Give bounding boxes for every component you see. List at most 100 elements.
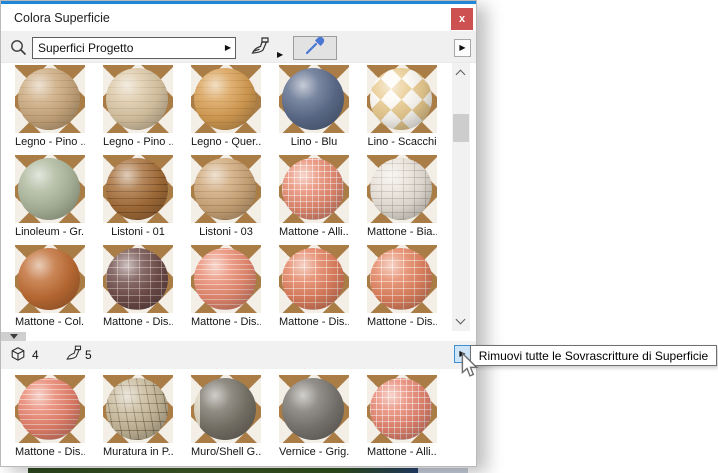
splitter-arrow-icon bbox=[9, 334, 18, 339]
material-thumbnail[interactable] bbox=[191, 375, 261, 443]
material-tile[interactable]: Mattone - Dis... bbox=[367, 245, 437, 329]
material-sphere bbox=[18, 248, 80, 310]
material-label: Mattone - Alli... bbox=[279, 226, 349, 238]
material-label: Mattone - Bia... bbox=[367, 226, 437, 238]
material-label: Lino - Blu bbox=[290, 136, 338, 148]
eyedropper-button[interactable] bbox=[293, 36, 337, 60]
material-thumbnail[interactable] bbox=[279, 155, 349, 223]
overrides-arrow-icon: ▶ bbox=[459, 349, 466, 358]
material-tile[interactable]: Lino - Blu bbox=[279, 65, 349, 149]
paint-brush-icon bbox=[250, 36, 272, 61]
material-thumbnail[interactable] bbox=[103, 245, 173, 313]
material-sphere bbox=[106, 158, 168, 220]
title-bar[interactable]: Colora Superficie bbox=[1, 4, 476, 31]
material-thumbnail[interactable] bbox=[15, 65, 85, 133]
desktop-strip-blue bbox=[418, 468, 468, 473]
material-tile[interactable]: Listoni - 01 bbox=[103, 155, 173, 239]
material-thumbnail[interactable] bbox=[15, 155, 85, 223]
material-label: Mattone - Dis... bbox=[191, 316, 261, 328]
material-sphere bbox=[194, 378, 256, 440]
material-tile[interactable]: Linoleum - Gr... bbox=[15, 155, 85, 239]
material-thumbnail[interactable] bbox=[191, 245, 261, 313]
scrollbar-thumb[interactable] bbox=[453, 114, 469, 142]
material-label: Vernice - Grig... bbox=[279, 446, 349, 458]
material-sphere bbox=[282, 68, 344, 130]
screen: Colora Superficie x ▶ ▶ ▶ Le bbox=[0, 0, 718, 473]
material-tile[interactable]: Legno - Pino ... bbox=[103, 65, 173, 149]
material-thumbnail[interactable] bbox=[191, 65, 261, 133]
panel-arrow-icon: ▶ bbox=[459, 43, 466, 52]
tooltip-text: Rimuovi tutte le Sovrascritture di Super… bbox=[478, 348, 709, 363]
material-label: Mattone - Dis... bbox=[15, 446, 85, 458]
material-sphere bbox=[370, 248, 432, 310]
material-label: Mattone - Col... bbox=[15, 316, 85, 328]
override-brush-icon bbox=[65, 344, 84, 367]
dropdown-arrow-icon: ▶ bbox=[224, 43, 232, 52]
material-thumbnail[interactable] bbox=[367, 65, 437, 133]
search-icon bbox=[10, 39, 27, 61]
material-tile[interactable]: Vernice - Grig... bbox=[279, 375, 349, 459]
material-thumbnail[interactable] bbox=[367, 375, 437, 443]
material-tile[interactable]: Mattone - Dis... bbox=[15, 375, 85, 459]
material-tile[interactable]: Mattone - Dis... bbox=[103, 245, 173, 329]
splitter-handle[interactable] bbox=[1, 332, 26, 341]
material-tile[interactable]: Mattone - Alli... bbox=[367, 375, 437, 459]
material-thumbnail[interactable] bbox=[15, 245, 85, 313]
material-thumbnail[interactable] bbox=[103, 65, 173, 133]
material-label: Mattone - Dis... bbox=[367, 316, 437, 328]
material-sphere bbox=[370, 68, 432, 130]
material-thumbnail[interactable] bbox=[367, 155, 437, 223]
search-dropdown-button[interactable]: ▶ bbox=[221, 37, 236, 59]
material-tile[interactable]: Legno - Quer... bbox=[191, 65, 261, 149]
surface-count: 4 bbox=[32, 348, 39, 362]
eyedropper-icon bbox=[305, 36, 325, 60]
override-count: 5 bbox=[85, 348, 92, 362]
material-tile[interactable]: Muro/Shell G... bbox=[191, 375, 261, 459]
material-tile[interactable]: Mattone - Bia... bbox=[367, 155, 437, 239]
brush-menu-button[interactable]: ▶ bbox=[277, 44, 283, 62]
material-tile[interactable]: Muratura in P... bbox=[103, 375, 173, 459]
material-thumbnail[interactable] bbox=[279, 245, 349, 313]
material-tile[interactable]: Mattone - Dis... bbox=[279, 245, 349, 329]
material-label: Legno - Quer... bbox=[191, 136, 261, 148]
material-thumbnail[interactable] bbox=[279, 65, 349, 133]
scroll-up-icon[interactable] bbox=[455, 69, 466, 80]
material-label: Mattone - Alli... bbox=[367, 446, 437, 458]
material-thumbnail[interactable] bbox=[15, 375, 85, 443]
remove-overrides-button[interactable]: ▶ bbox=[454, 345, 471, 363]
material-tile[interactable]: Lino - Scacchi bbox=[367, 65, 437, 149]
material-sphere bbox=[370, 378, 432, 440]
material-label: Legno - Pino ... bbox=[103, 136, 173, 148]
material-tile[interactable]: Mattone - Col... bbox=[15, 245, 85, 329]
vertical-scrollbar[interactable] bbox=[452, 63, 470, 331]
material-thumbnail[interactable] bbox=[367, 245, 437, 313]
toolbar-panel-arrow-button[interactable]: ▶ bbox=[454, 39, 471, 57]
paint-brush-button[interactable] bbox=[249, 36, 273, 61]
desktop-strip-green bbox=[28, 468, 418, 473]
material-tile[interactable]: Listoni - 03 bbox=[191, 155, 261, 239]
material-label: Muro/Shell G... bbox=[191, 446, 261, 458]
close-icon: x bbox=[458, 13, 466, 25]
material-tile[interactable]: Mattone - Dis... bbox=[191, 245, 261, 329]
material-label: Mattone - Dis... bbox=[279, 316, 349, 328]
scroll-down-icon[interactable] bbox=[455, 314, 466, 325]
material-thumbnail[interactable] bbox=[103, 155, 173, 223]
material-label: Lino - Scacchi bbox=[367, 136, 437, 148]
material-sphere bbox=[194, 248, 256, 310]
surfaces-cube-icon bbox=[10, 346, 26, 367]
material-sphere bbox=[194, 68, 256, 130]
material-sphere bbox=[282, 248, 344, 310]
material-label: Linoleum - Gr... bbox=[15, 226, 85, 238]
close-button[interactable]: x bbox=[451, 8, 473, 30]
search-input[interactable] bbox=[32, 37, 222, 59]
material-tile[interactable]: Mattone - Alli... bbox=[279, 155, 349, 239]
material-thumbnail[interactable] bbox=[191, 155, 261, 223]
material-tile[interactable]: Legno - Pino ... bbox=[15, 65, 85, 149]
material-sphere bbox=[18, 378, 80, 440]
material-thumbnail[interactable] bbox=[103, 375, 173, 443]
material-label: Listoni - 03 bbox=[199, 226, 253, 238]
material-label: Legno - Pino ... bbox=[15, 136, 85, 148]
material-sphere bbox=[282, 378, 344, 440]
material-sphere bbox=[370, 158, 432, 220]
material-thumbnail[interactable] bbox=[279, 375, 349, 443]
